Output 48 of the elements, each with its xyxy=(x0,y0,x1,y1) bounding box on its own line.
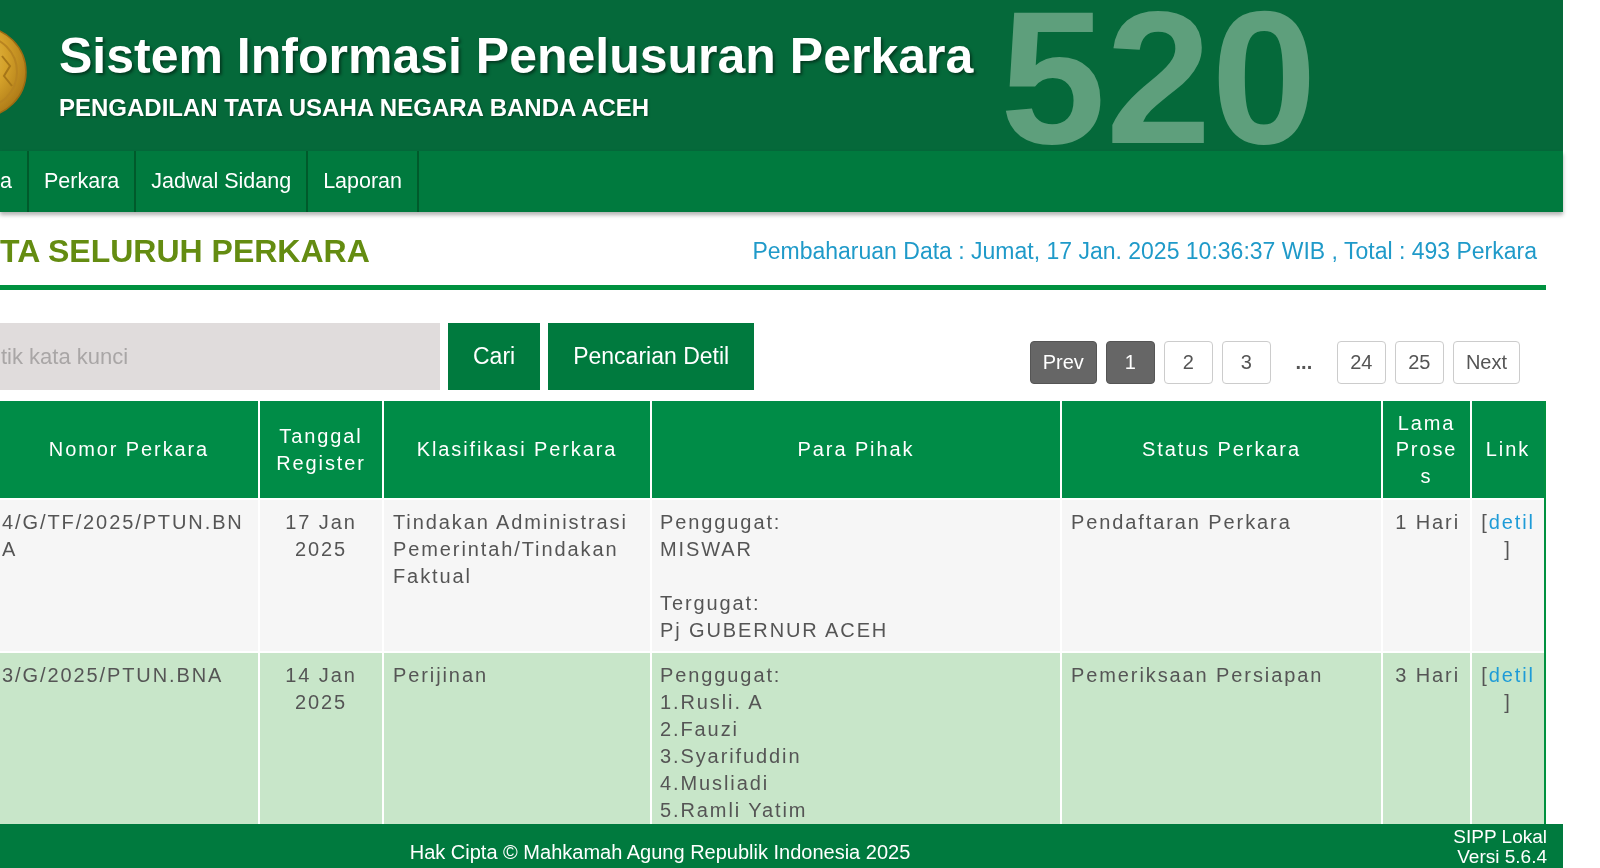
search-button[interactable]: Cari xyxy=(448,323,541,390)
site-title: Sistem Informasi Penelusuran Perkara xyxy=(59,29,974,84)
table-cell: Pendaftaran Perkara xyxy=(1062,498,1383,651)
detail-search-button[interactable]: Pencarian Detil xyxy=(548,323,755,390)
nav-link[interactable]: Perkara xyxy=(28,151,137,212)
table-cell: Tindakan Administrasi Pemerintah/Tindakan Faktual xyxy=(384,498,652,651)
party-name: 5.Ramli Yatim xyxy=(660,798,809,823)
site-subtitle: PENGADILAN TATA USAHA NEGARA BANDA ACEH xyxy=(59,94,650,122)
party-name: 4.Musliadi xyxy=(660,771,771,796)
table-cell: 4/G/TF/2025/PTUN.BNA xyxy=(0,498,260,651)
bracket-text: [ xyxy=(1481,664,1489,686)
party-name: 3.Syarifuddin xyxy=(660,744,803,769)
bracket-text: [ xyxy=(1481,511,1489,533)
nav-link[interactable]: Laporan xyxy=(308,151,420,212)
party-name: 1.Rusli. A xyxy=(660,690,765,715)
bracket-text: ] xyxy=(1503,690,1513,715)
app-name-text: SIPP Lokal xyxy=(1453,827,1547,847)
party-role: Tergugat: xyxy=(660,591,762,616)
page-button[interactable]: 1 xyxy=(1105,341,1155,384)
pagination-ellipsis: ... xyxy=(1294,351,1314,374)
party-name: Pj GUBERNUR ACEH xyxy=(660,618,890,643)
bracket-text: ] xyxy=(1503,537,1513,562)
table-cell: 17 Jan 2025 xyxy=(260,498,384,651)
page-button[interactable]: 24 xyxy=(1336,341,1386,384)
party-name: 2.Fauzi xyxy=(660,717,740,742)
update-info-text: Pembaharuan Data : Jumat, 17 Jan. 2025 10:36:37 WIB , Total : 493 Perkara xyxy=(752,237,1537,266)
nav-link[interactable]: Jadwal Sidang xyxy=(136,151,309,212)
page-button[interactable]: 2 xyxy=(1163,341,1213,384)
next-button[interactable]: Next xyxy=(1452,341,1520,384)
column-header: Lama Proses xyxy=(1383,401,1472,498)
nav-link[interactable]: a xyxy=(0,151,29,212)
table-cell: 1 Hari xyxy=(1383,498,1472,651)
detail-link[interactable]: detil xyxy=(1488,511,1535,533)
copyright-text: Hak Cipta © Mahkamah Agung Republik Indonesia 2025 xyxy=(409,840,911,865)
party-role: Penggugat: xyxy=(660,510,783,535)
page-button[interactable]: 25 xyxy=(1394,341,1444,384)
column-header: Nomor Perkara xyxy=(0,401,260,498)
version-text: Versi 5.6.4 xyxy=(1456,846,1547,866)
column-header: Klasifikasi Perkara xyxy=(384,401,652,498)
column-header: Tanggal Register xyxy=(260,401,384,498)
party-role: Penggugat: xyxy=(660,663,783,688)
column-header: Para Pihak xyxy=(652,401,1062,498)
party-name: MISWAR xyxy=(660,537,754,562)
background-number-text: 520 xyxy=(1000,6,1317,149)
page-button[interactable]: 3 xyxy=(1221,341,1271,384)
column-header: Status Perkara xyxy=(1062,401,1383,498)
page-title: TA SELURUH PERKARA xyxy=(0,232,370,271)
column-header: Link xyxy=(1472,401,1544,498)
